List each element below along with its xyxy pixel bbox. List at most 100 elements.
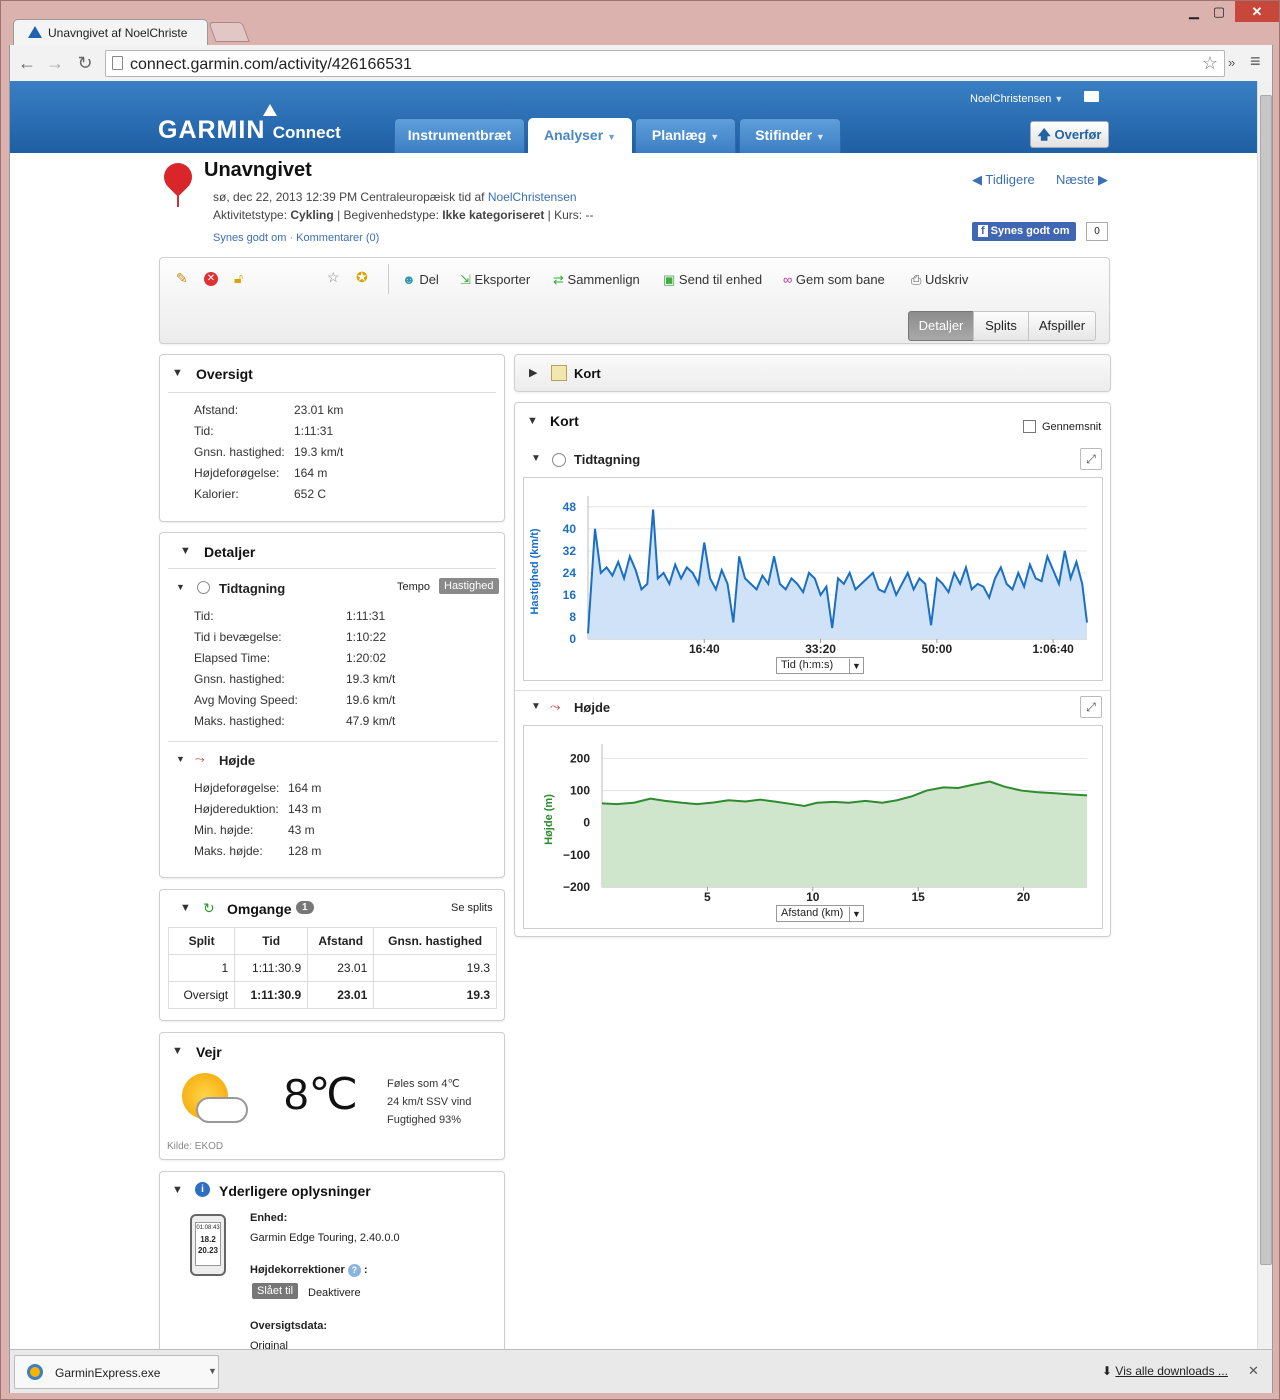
save-course-button[interactable]: ∞ Gem som bane xyxy=(783,272,885,287)
x-axis-time-select[interactable]: Tid (h:m:s) ▼ xyxy=(776,657,864,674)
favorite-star-icon[interactable]: ☆ xyxy=(327,269,340,286)
print-icon: ⎙ xyxy=(911,272,922,287)
stat-row: Højdeforøgelse: 164 m xyxy=(194,463,494,484)
charts-header[interactable]: ▼ Kort Gennemsnit xyxy=(515,403,1110,439)
elevation-chart-box: −200 −100 0 100 200 5 10 15 20 Højde (m) Afstand … xyxy=(523,725,1103,929)
facebook-like-button[interactable]: f Synes godt om xyxy=(972,222,1076,241)
tab-analyser[interactable]: Analyser ▼ xyxy=(528,118,632,153)
average-checkbox[interactable] xyxy=(1023,420,1036,433)
browser-tab[interactable]: Unavngivet af NoelChriste xyxy=(13,19,208,45)
event-value[interactable]: Ikke kategoriseret xyxy=(442,208,544,222)
reload-icon[interactable]: ↻ xyxy=(74,52,96,74)
back-icon[interactable]: ← xyxy=(16,52,38,74)
scrollbar-thumb[interactable] xyxy=(1260,95,1272,1265)
tab-stifinder[interactable]: Stifinder ▼ xyxy=(739,118,841,153)
view-splits-button[interactable]: Splits xyxy=(973,311,1029,341)
activity-title[interactable]: Unavngivet xyxy=(204,159,312,182)
collapse-triangle-icon[interactable]: ▼ xyxy=(172,1184,183,1196)
compare-button[interactable]: ⇄ Sammenlign xyxy=(553,272,640,288)
col-distance[interactable]: Afstand xyxy=(307,927,375,955)
like-link[interactable]: Synes godt om xyxy=(213,232,286,244)
x-axis-distance-select[interactable]: Afstand (km) ▼ xyxy=(776,905,864,922)
previous-link[interactable]: Tidligere xyxy=(985,172,1034,187)
details-panel: ▼ Detaljer ▼ Tidtagning Tempo Hastighed … xyxy=(159,532,505,878)
minimize-icon[interactable]: ▁ xyxy=(1181,3,1207,23)
laps-count-badge: 1 xyxy=(296,901,314,914)
help-icon[interactable]: ? xyxy=(347,1264,361,1277)
tempo-toggle[interactable]: Tempo xyxy=(397,581,430,593)
user-menu[interactable]: NoelChristensen ▼ xyxy=(970,93,1063,105)
see-splits-link[interactable]: Se splits xyxy=(451,902,493,914)
extensions-chevron-icon[interactable]: » xyxy=(1228,55,1235,70)
bookmark-star-icon[interactable]: ☆ xyxy=(1202,53,1218,74)
tab-planlaeg[interactable]: Planlæg ▼ xyxy=(635,118,736,153)
upload-button[interactable]: 🡅 Overfør xyxy=(1030,121,1109,148)
view-player-button[interactable]: Afspiller xyxy=(1028,311,1096,341)
overview-panel: ▼ Oversigt Afstand: 23.01 km Tid: 1:11:31 Gn… xyxy=(159,354,505,522)
corr-off-button[interactable]: Deaktivere xyxy=(308,1287,361,1299)
speed-toggle[interactable]: Hastighed xyxy=(439,578,499,594)
page-scrollbar[interactable] xyxy=(1257,81,1272,1349)
expand-chart-icon[interactable]: ⤢ xyxy=(1080,448,1102,470)
comments-link[interactable]: Kommentarer (0) xyxy=(296,232,379,244)
show-all-downloads[interactable]: ⬇ Vis alle downloads ... xyxy=(1102,1364,1228,1378)
close-window-icon[interactable]: ✕ xyxy=(1235,1,1279,22)
collapse-triangle-icon[interactable]: ▼ xyxy=(172,1045,183,1057)
print-button[interactable]: ⎙ Udskriv xyxy=(911,272,968,288)
col-time[interactable]: Tid xyxy=(234,927,309,955)
stat-label: Tid: xyxy=(194,424,214,438)
forward-icon[interactable]: → xyxy=(44,52,66,74)
device-screen-distance: 20.23 xyxy=(197,1246,219,1255)
summary-label-cell: Oversigt xyxy=(167,981,236,1009)
speed-chart[interactable]: 0 8 16 24 32 40 48 16:40 33:20 50:00 1:06:40 Hastig… xyxy=(524,478,1104,682)
collapse-triangle-icon[interactable]: ▼ xyxy=(176,754,185,764)
next-link[interactable]: Næste xyxy=(1056,172,1094,187)
garmin-connect-logo[interactable]: GARMIN Connect xyxy=(158,104,341,145)
download-item[interactable]: GarminExpress.exe ▼ xyxy=(14,1355,219,1389)
stat-value: 143 m xyxy=(288,802,322,816)
y-tick-label: −200 xyxy=(563,880,590,894)
col-avg-speed[interactable]: Gnsn. hastighed xyxy=(373,927,497,955)
address-bar[interactable]: connect.garmin.com/activity/426166531 ☆ xyxy=(105,50,1225,77)
table-row[interactable]: 1 1:11:30.9 23.01 19.3 xyxy=(167,954,497,982)
y-tick-label: 24 xyxy=(563,566,577,580)
stat-label: Kalorier: xyxy=(194,487,239,501)
send-to-device-button[interactable]: ▣ Send til enhed xyxy=(663,272,762,288)
maximize-icon[interactable]: ▢ xyxy=(1206,3,1232,23)
view-details-button[interactable]: Detaljer xyxy=(908,311,974,341)
export-button[interactable]: ⇲ Eksporter xyxy=(460,272,530,288)
prev-arrow-icon: ◀ xyxy=(972,172,982,187)
collapse-triangle-icon[interactable]: ▼ xyxy=(176,582,185,592)
download-menu-chevron-icon[interactable]: ▼ xyxy=(208,1366,217,1376)
show-all-link: Vis alle downloads ... xyxy=(1115,1364,1228,1378)
details-header[interactable]: ▼ Detaljer xyxy=(168,533,496,569)
overview-header[interactable]: ▼ Oversigt xyxy=(168,355,496,393)
stat-label: Afstand: xyxy=(194,403,239,417)
tab-label: Planlæg xyxy=(651,127,707,143)
collapse-triangle-icon[interactable]: ▼ xyxy=(531,453,541,464)
expand-chart-icon[interactable]: ⤢ xyxy=(1080,696,1102,718)
new-tab-button[interactable] xyxy=(208,22,250,42)
map-panel[interactable]: ▶ Kort xyxy=(514,354,1111,392)
badge-icon[interactable]: ✪ xyxy=(356,269,368,286)
author-link[interactable]: NoelChristensen xyxy=(488,190,577,204)
messages-icon[interactable] xyxy=(1084,91,1099,102)
share-button[interactable]: ☻ Del xyxy=(402,272,439,287)
type-value[interactable]: Cykling xyxy=(290,208,333,222)
privacy-lock-icon[interactable]: 🔓︎ xyxy=(234,270,243,287)
edit-pencil-icon[interactable]: ✎ xyxy=(176,270,188,287)
col-split[interactable]: Split xyxy=(167,927,236,955)
fb-like-label: Synes godt om xyxy=(990,225,1070,237)
laps-header[interactable]: ▼ ↻ Omgange 1 Se splits xyxy=(168,890,496,926)
corr-on-button[interactable]: Slået til xyxy=(252,1283,299,1299)
collapse-triangle-icon[interactable]: ▼ xyxy=(531,701,541,712)
tab-instrumentbraet[interactable]: Instrumentbræt xyxy=(394,118,525,153)
menu-icon[interactable]: ≡ xyxy=(1250,51,1261,72)
charts-title: Kort xyxy=(550,413,579,429)
elevation-chart[interactable]: −200 −100 0 100 200 5 10 15 20 Højde (m) xyxy=(524,726,1104,930)
stat-label: Tid i bevægelse: xyxy=(194,630,282,644)
close-download-bar-icon[interactable]: ✕ xyxy=(1248,1363,1259,1379)
table-row-summary: Oversigt 1:11:30.9 23.01 19.3 xyxy=(167,981,497,1009)
select-value: Afstand (km) xyxy=(781,907,844,919)
delete-icon[interactable]: ✕ xyxy=(204,272,218,286)
